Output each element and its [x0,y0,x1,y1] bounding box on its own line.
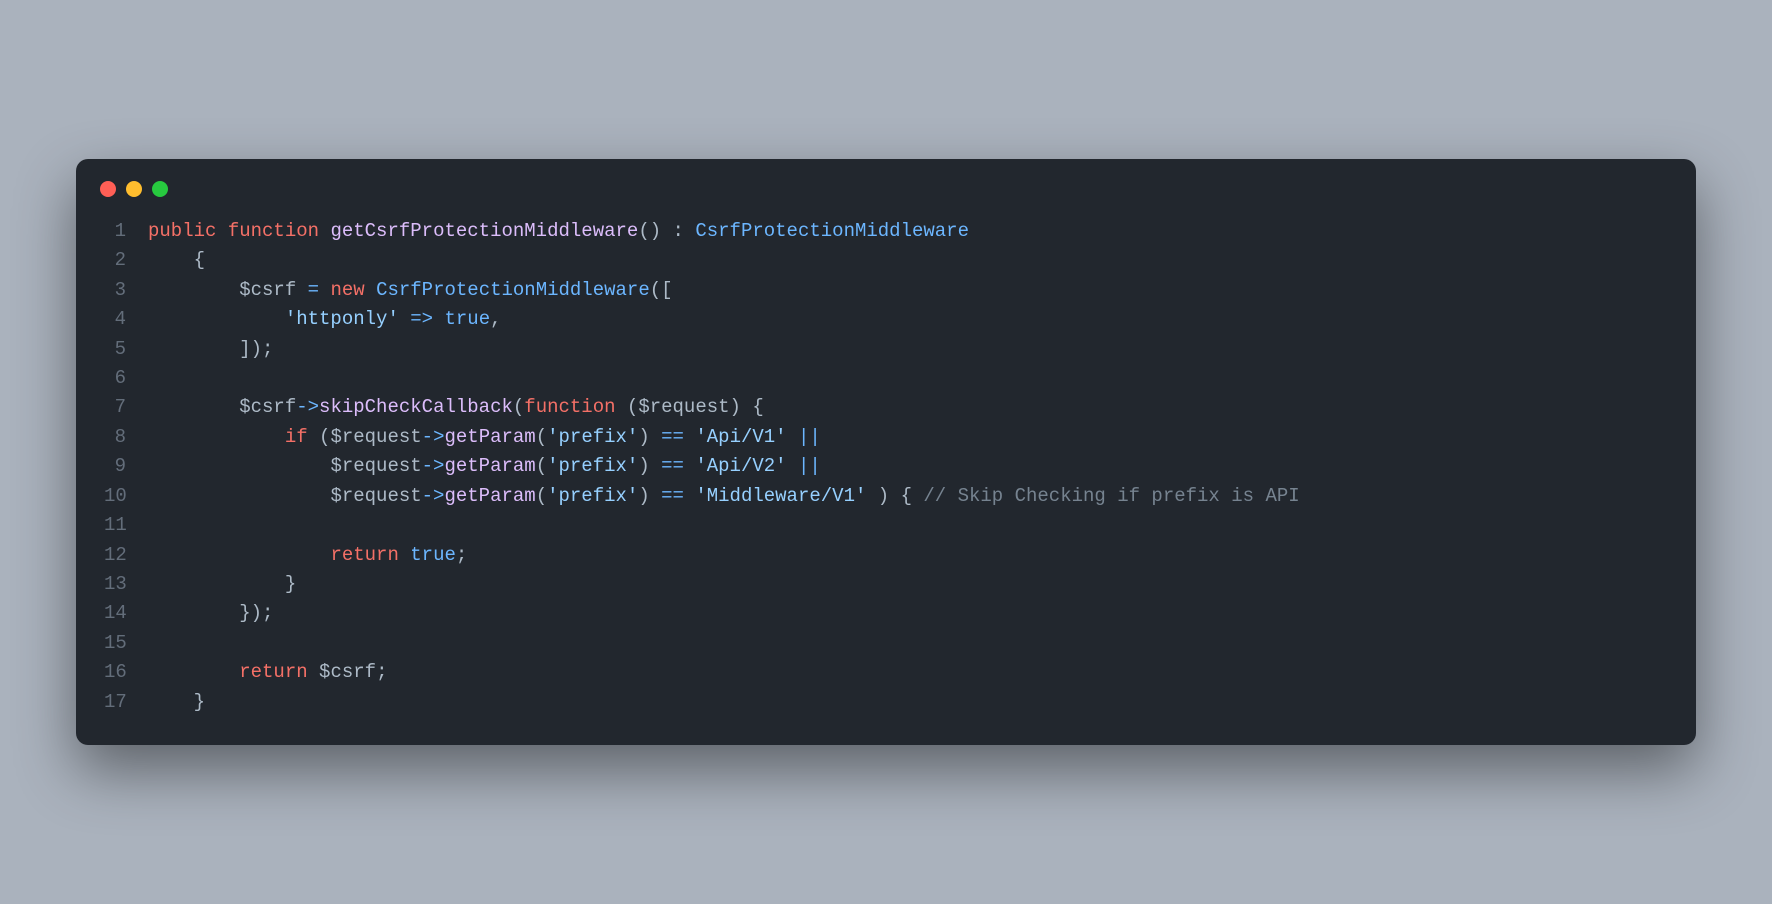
zoom-icon[interactable] [152,181,168,197]
line-content: } [148,688,205,717]
line-content: 'httponly' => true, [148,305,502,334]
code-line: 15 [104,629,1668,658]
line-content: return $csrf; [148,658,387,687]
code-line: 8 if ($request->getParam('prefix') == 'A… [104,423,1668,452]
line-number: 1 [104,217,148,246]
line-content: { [148,246,205,275]
minimize-icon[interactable] [126,181,142,197]
line-number: 14 [104,599,148,628]
code-line: 9 $request->getParam('prefix') == 'Api/V… [104,452,1668,481]
code-line: 16 return $csrf; [104,658,1668,687]
line-number: 11 [104,511,148,540]
code-line: 14 }); [104,599,1668,628]
line-content: }); [148,599,273,628]
code-window: 1 public function getCsrfProtectionMiddl… [76,159,1696,745]
line-number: 5 [104,335,148,364]
line-content: $request->getParam('prefix') == 'Api/V2'… [148,452,821,481]
line-number: 15 [104,629,148,658]
titlebar [76,159,1696,203]
line-number: 2 [104,246,148,275]
line-number: 8 [104,423,148,452]
line-content: $csrf = new CsrfProtectionMiddleware([ [148,276,673,305]
line-number: 9 [104,452,148,481]
line-content: $request->getParam('prefix') == 'Middlew… [148,482,1300,511]
line-content: return true; [148,541,467,570]
code-line: 13 } [104,570,1668,599]
code-line: 17 } [104,688,1668,717]
line-number: 7 [104,393,148,422]
line-number: 6 [104,364,148,393]
line-content: } [148,570,296,599]
line-number: 16 [104,658,148,687]
code-line: 12 return true; [104,541,1668,570]
code-line: 3 $csrf = new CsrfProtectionMiddleware([ [104,276,1668,305]
line-number: 17 [104,688,148,717]
line-number: 3 [104,276,148,305]
code-line: 11 [104,511,1668,540]
code-line: 2 { [104,246,1668,275]
code-editor[interactable]: 1 public function getCsrfProtectionMiddl… [76,203,1696,745]
line-number: 10 [104,482,148,511]
line-content: if ($request->getParam('prefix') == 'Api… [148,423,821,452]
code-line: 7 $csrf->skipCheckCallback(function ($re… [104,393,1668,422]
code-line: 10 $request->getParam('prefix') == 'Midd… [104,482,1668,511]
line-number: 13 [104,570,148,599]
code-line: 4 'httponly' => true, [104,305,1668,334]
line-content: $csrf->skipCheckCallback(function ($requ… [148,393,764,422]
code-line: 5 ]); [104,335,1668,364]
code-line: 6 [104,364,1668,393]
line-content: ]); [148,335,273,364]
code-line: 1 public function getCsrfProtectionMiddl… [104,217,1668,246]
line-number: 4 [104,305,148,334]
line-number: 12 [104,541,148,570]
line-content: public function getCsrfProtectionMiddlew… [148,217,969,246]
close-icon[interactable] [100,181,116,197]
